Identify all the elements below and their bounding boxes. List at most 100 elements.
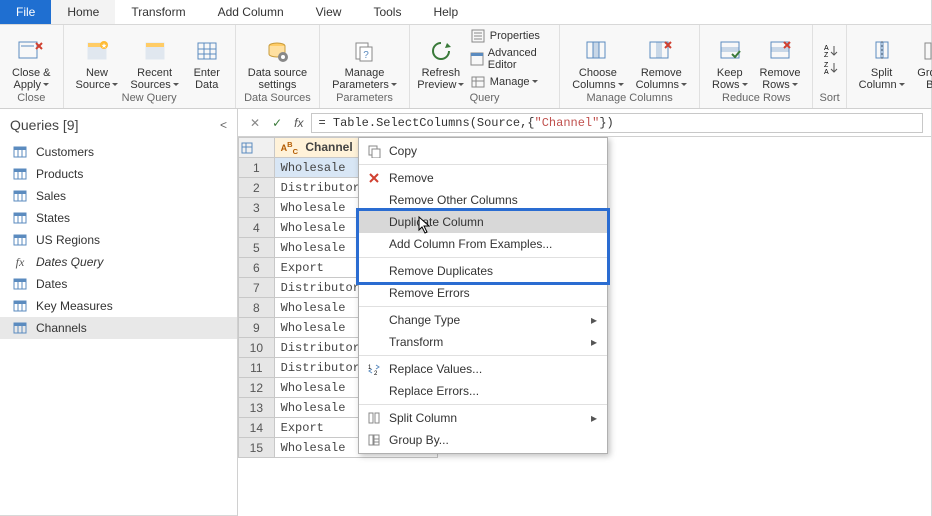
queries-pane: Queries [9] < Customers Products Sales Stat…: [0, 109, 238, 516]
advanced-editor-icon: [470, 51, 484, 67]
remove-columns-button[interactable]: Remove Columns: [630, 27, 693, 91]
sort-desc-button[interactable]: ZA: [822, 60, 838, 76]
split-column-icon: [868, 37, 896, 65]
recent-sources-button[interactable]: Recent Sources: [124, 27, 184, 91]
row-header[interactable]: 15: [239, 438, 275, 458]
enter-data-icon: [193, 37, 221, 65]
formula-accept-icon[interactable]: ✓: [268, 116, 286, 130]
row-header[interactable]: 6: [239, 258, 275, 278]
tab-view[interactable]: View: [300, 0, 358, 24]
menu-item-remove[interactable]: Remove: [359, 167, 607, 189]
svg-text:A: A: [824, 69, 829, 75]
row-header[interactable]: 8: [239, 298, 275, 318]
remove-rows-button[interactable]: Remove Rows: [754, 27, 807, 91]
keep-rows-icon: [716, 37, 744, 65]
query-item-us-regions[interactable]: US Regions: [0, 229, 237, 251]
tab-file[interactable]: File: [0, 0, 51, 24]
menu-item-label: Replace Errors...: [389, 384, 479, 398]
query-item-key-measures[interactable]: Key Measures: [0, 295, 237, 317]
formula-input[interactable]: = Table.SelectColumns(Source,{"Channel"}…: [311, 113, 923, 133]
sort-asc-button[interactable]: AZ: [822, 43, 838, 59]
keep-rows-button[interactable]: Keep Rows: [706, 27, 754, 91]
row-header[interactable]: 4: [239, 218, 275, 238]
menu-tabs: File Home Transform Add Column View Tool…: [0, 0, 931, 25]
grid-corner[interactable]: [239, 138, 275, 158]
close-apply-button[interactable]: Close & Apply: [6, 27, 57, 91]
tab-transform[interactable]: Transform: [115, 0, 201, 24]
svg-text:A: A: [824, 45, 829, 52]
ribbon: Close & Apply Close ★ New Source Recent …: [0, 25, 931, 109]
row-header[interactable]: 5: [239, 238, 275, 258]
menu-item-label: Remove Duplicates: [389, 264, 493, 278]
query-item-products[interactable]: Products: [0, 163, 237, 185]
query-item-dates[interactable]: Dates: [0, 273, 237, 295]
svg-text:Z: Z: [824, 62, 829, 69]
menu-item-transform[interactable]: Transform▸: [359, 331, 607, 353]
query-item-dates-query[interactable]: fxDates Query: [0, 251, 237, 273]
query-item-sales[interactable]: Sales: [0, 185, 237, 207]
row-header[interactable]: 11: [239, 358, 275, 378]
menu-item-split-column[interactable]: Split Column▸: [359, 407, 607, 429]
properties-button[interactable]: Properties: [466, 27, 553, 45]
query-label: Key Measures: [36, 299, 113, 313]
query-label: States: [36, 211, 70, 225]
menu-item-remove-errors[interactable]: Remove Errors: [359, 282, 607, 304]
group-label-parameters: Parameters: [336, 91, 393, 106]
manage-button[interactable]: Manage: [466, 73, 553, 91]
datatype-icon: ABC: [281, 143, 298, 153]
row-header[interactable]: 14: [239, 418, 275, 438]
recent-sources-icon: [141, 37, 169, 65]
query-label: Channels: [36, 321, 87, 335]
tab-home[interactable]: Home: [51, 0, 115, 24]
row-header[interactable]: 1: [239, 158, 275, 178]
group-by-button[interactable]: Group By: [911, 27, 932, 91]
collapse-queries-icon[interactable]: <: [220, 118, 227, 132]
menu-separator: [359, 257, 607, 258]
editor-pane: ✕ ✓ fx = Table.SelectColumns(Source,{"Ch…: [238, 109, 931, 516]
menu-item-group-by[interactable]: Group By...: [359, 429, 607, 451]
menu-item-remove-duplicates[interactable]: Remove Duplicates: [359, 260, 607, 282]
row-header[interactable]: 12: [239, 378, 275, 398]
sort-desc-icon: ZA: [822, 60, 838, 76]
choose-columns-button[interactable]: Choose Columns: [566, 27, 629, 91]
row-header[interactable]: 9: [239, 318, 275, 338]
enter-data-button[interactable]: Enter Data: [185, 27, 229, 91]
new-source-button[interactable]: ★ New Source: [70, 27, 125, 91]
refresh-preview-button[interactable]: Refresh Preview: [416, 27, 466, 91]
query-label: Products: [36, 167, 83, 181]
manage-parameters-icon: ?: [350, 37, 378, 65]
advanced-editor-button[interactable]: Advanced Editor: [466, 46, 553, 72]
table-icon: [12, 144, 28, 160]
row-header[interactable]: 13: [239, 398, 275, 418]
queries-title: Queries [9]: [10, 117, 78, 133]
row-header[interactable]: 3: [239, 198, 275, 218]
tab-tools[interactable]: Tools: [357, 0, 417, 24]
menu-item-remove-other-columns[interactable]: Remove Other Columns: [359, 189, 607, 211]
manage-icon: [470, 74, 486, 90]
menu-item-add-column-from-examples[interactable]: Add Column From Examples...: [359, 233, 607, 255]
menu-item-label: Change Type: [389, 313, 460, 327]
context-menu: Copy RemoveRemove Other ColumnsDuplicate …: [358, 137, 608, 454]
query-item-customers[interactable]: Customers: [0, 141, 237, 163]
menu-item-copy[interactable]: Copy: [359, 140, 607, 162]
row-header[interactable]: 2: [239, 178, 275, 198]
query-item-states[interactable]: States: [0, 207, 237, 229]
menu-item-change-type[interactable]: Change Type▸: [359, 309, 607, 331]
replace-icon: 12: [365, 360, 383, 378]
row-header[interactable]: 10: [239, 338, 275, 358]
data-source-settings-button[interactable]: Data source settings: [242, 27, 313, 91]
row-header[interactable]: 7: [239, 278, 275, 298]
split-column-button[interactable]: Split Column: [853, 27, 911, 91]
manage-parameters-button[interactable]: ? Manage Parameters: [326, 27, 403, 91]
menu-item-duplicate-column[interactable]: Duplicate Column: [359, 211, 607, 233]
menu-separator: [359, 404, 607, 405]
menu-item-replace-values[interactable]: 12Replace Values...: [359, 358, 607, 380]
query-item-channels[interactable]: Channels: [0, 317, 237, 339]
tab-add-column[interactable]: Add Column: [202, 0, 300, 24]
formula-cancel-icon[interactable]: ✕: [246, 116, 264, 130]
query-label: US Regions: [36, 233, 100, 247]
refresh-icon: [427, 37, 455, 65]
query-label: Sales: [36, 189, 66, 203]
tab-help[interactable]: Help: [417, 0, 474, 24]
menu-item-replace-errors[interactable]: Replace Errors...: [359, 380, 607, 402]
